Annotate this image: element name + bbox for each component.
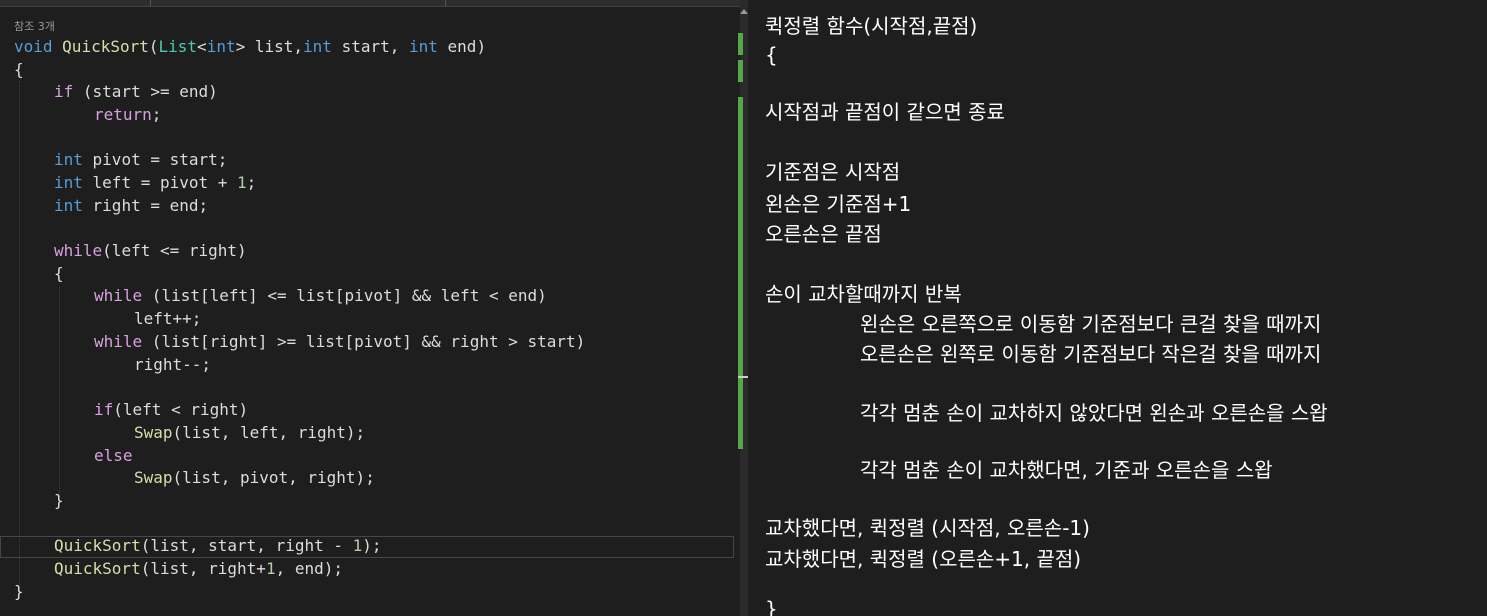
token: (left <= right): [102, 241, 247, 260]
note-line: 왼손은 기준점+1: [765, 192, 912, 216]
token: left = pivot +: [82, 173, 238, 192]
token: right--;: [134, 355, 212, 374]
code-line[interactable]: int right = end;: [54, 194, 208, 217]
code-line[interactable]: int left = pivot + 1;: [54, 171, 256, 194]
token: while: [94, 286, 143, 305]
token: else: [94, 446, 133, 465]
note-line: {: [765, 43, 778, 67]
code-line[interactable]: else: [94, 444, 133, 467]
token: int: [54, 196, 83, 215]
scroll-up-arrow-icon[interactable]: [740, 9, 748, 14]
token: if: [94, 400, 114, 419]
token: <: [197, 37, 207, 56]
note-line: 퀵정렬 함수(시작점,끝점): [765, 14, 978, 38]
token: );: [362, 536, 382, 555]
note-line: 오른손은 왼쪽로 이동함 기준점보다 작은걸 찾을 때까지: [860, 342, 1322, 366]
token: (list, right+: [140, 559, 266, 578]
token: 1: [352, 536, 363, 555]
change-marker: [738, 33, 743, 55]
code-line[interactable]: void QuickSort(List<int> list,int start,…: [14, 35, 486, 58]
token: 1: [265, 559, 276, 578]
token: (list, left, right);: [172, 423, 366, 442]
code-line[interactable]: right--;: [134, 353, 211, 376]
token: QuickSort: [62, 37, 149, 56]
code-line[interactable]: if (start >= end): [54, 80, 218, 103]
code-line[interactable]: while (list[right] >= list[pivot] && rig…: [94, 330, 585, 353]
indent-guide: [59, 287, 60, 497]
token: {: [14, 60, 24, 79]
token: int: [54, 173, 83, 192]
token: (list[right] >= list[pivot] && right > s…: [142, 332, 586, 351]
note-line: }: [765, 597, 778, 616]
token: return: [94, 105, 152, 124]
nav-divider: [150, 0, 151, 6]
note-line: 시작점과 끝점이 같으면 종료: [765, 100, 1005, 124]
token: , end);: [275, 559, 344, 578]
code-line[interactable]: if(left < right): [94, 398, 248, 421]
token: {: [54, 264, 64, 283]
code-line[interactable]: int pivot = start;: [54, 148, 227, 171]
token: (list[left] <= list[pivot] && left < end…: [142, 286, 547, 305]
notes-panel[interactable]: 퀵정렬 함수(시작점,끝점) { 시작점과 끝점이 같으면 종료 기준점은 시작…: [748, 0, 1487, 616]
token: left++;: [134, 309, 202, 328]
note-line: 각각 멈춘 손이 교차하지 않았다면 왼손과 오른손을 스왑: [860, 401, 1328, 425]
token: start,: [331, 37, 409, 56]
code-line[interactable]: Swap(list, pivot, right);: [134, 466, 375, 489]
token: (list, start, right -: [140, 536, 353, 555]
note-line: 교차했다면, 퀵정렬 (오른손+1, 끝점): [765, 547, 1082, 571]
token: QuickSort: [54, 536, 141, 555]
token: > list,: [235, 37, 304, 56]
navigation-bar[interactable]: [0, 0, 740, 7]
references-codelens[interactable]: 참조 3개: [14, 18, 55, 34]
code-line[interactable]: QuickSort(list, right+1, end);: [54, 557, 343, 580]
code-line[interactable]: while (list[left] <= list[pivot] && left…: [94, 284, 547, 307]
token: (left < right): [113, 400, 249, 419]
token: List: [158, 37, 198, 56]
scrollbar-caret-marker: [738, 376, 748, 378]
token: end): [437, 37, 487, 56]
note-line: 기준점은 시작점: [765, 160, 901, 184]
code-line[interactable]: }: [54, 489, 64, 512]
token: right = end;: [82, 196, 209, 215]
code-line[interactable]: while(left <= right): [54, 239, 247, 262]
code-line[interactable]: Swap(list, left, right);: [134, 421, 365, 444]
token: 1: [237, 173, 247, 192]
code-line[interactable]: {: [54, 262, 64, 285]
token: int: [54, 150, 83, 169]
token: int: [409, 37, 438, 56]
code-line[interactable]: return;: [94, 103, 161, 126]
note-line: 각각 멈춘 손이 교차했다면, 기준과 오른손을 스왑: [860, 458, 1273, 482]
token: int: [206, 37, 236, 56]
token: Swap: [134, 468, 173, 487]
token: int: [303, 37, 332, 56]
note-line: 오른손은 끝점: [765, 222, 882, 246]
token: void: [14, 37, 53, 56]
code-line[interactable]: left++;: [134, 307, 201, 330]
token: ;: [246, 173, 257, 192]
token: if: [54, 82, 74, 101]
token: while: [54, 241, 103, 260]
change-marker: [738, 60, 743, 82]
token: while: [94, 332, 143, 351]
note-line: 교차했다면, 퀵정렬 (시작점, 오른손-1): [765, 516, 1090, 540]
token: pivot = start;: [82, 150, 228, 169]
code-line[interactable]: QuickSort(list, start, right - 1);: [54, 534, 382, 557]
token: ;: [151, 105, 162, 124]
code-line[interactable]: {: [14, 58, 24, 81]
nav-divider: [445, 0, 446, 6]
token: }: [14, 582, 24, 601]
token: (start >= end): [73, 82, 218, 101]
note-line: 왼손은 오른쪽으로 이동함 기준점보다 큰걸 찾을 때까지: [860, 312, 1322, 336]
token: }: [54, 491, 64, 510]
change-marker: [738, 97, 743, 449]
token: QuickSort: [54, 559, 141, 578]
code-line[interactable]: }: [14, 580, 24, 603]
token: Swap: [134, 423, 173, 442]
note-line: 손이 교차할때까지 반복: [765, 282, 962, 306]
indent-guide: [19, 81, 20, 587]
token: (: [148, 37, 159, 56]
code-editor[interactable]: 참조 3개 void QuickSort(List<int> list,int …: [0, 0, 740, 616]
token: (list, pivot, right);: [172, 468, 375, 487]
